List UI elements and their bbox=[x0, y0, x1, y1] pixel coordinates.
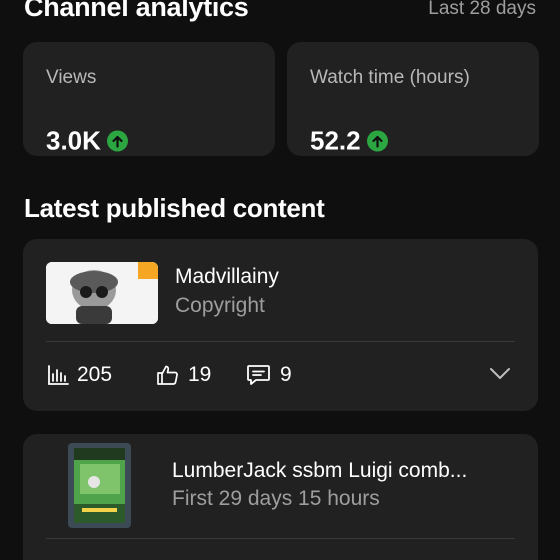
watch-time-value-row: 52.2 bbox=[310, 126, 388, 157]
comments-count: 9 bbox=[280, 363, 292, 386]
bar-chart-icon bbox=[48, 365, 69, 385]
divider bbox=[46, 538, 515, 539]
watch-time-value: 52.2 bbox=[310, 125, 361, 156]
divider bbox=[46, 341, 515, 342]
chevron-down-icon[interactable] bbox=[489, 367, 511, 381]
comment-icon bbox=[247, 365, 270, 385]
page-title: Channel analytics bbox=[24, 0, 249, 22]
views-label: Views bbox=[46, 67, 97, 88]
channel-analytics-page: Channel analytics Last 28 days Views 3.0… bbox=[0, 0, 560, 560]
trend-up-icon bbox=[366, 130, 388, 152]
views-value: 3.0K bbox=[46, 125, 101, 156]
content-title[interactable]: Madvillainy bbox=[175, 265, 279, 289]
views-count: 205 bbox=[77, 363, 113, 386]
video-thumbnail[interactable] bbox=[68, 443, 131, 528]
header: Channel analytics Last 28 days bbox=[24, 0, 536, 32]
thumbs-up-icon bbox=[157, 365, 178, 385]
video-thumbnail[interactable] bbox=[46, 262, 158, 324]
thumbnail-image bbox=[74, 448, 125, 523]
watch-time-label: Watch time (hours) bbox=[310, 67, 470, 88]
content-item-card[interactable]: Madvillainy Copyright 205 19 9 bbox=[23, 239, 538, 411]
content-title[interactable]: LumberJack ssbm Luigi comb... bbox=[172, 459, 467, 483]
section-title: Latest published content bbox=[24, 193, 325, 223]
content-subtitle: First 29 days 15 hours bbox=[172, 487, 380, 510]
trend-up-icon bbox=[106, 130, 128, 152]
watch-time-card[interactable]: Watch time (hours) 52.2 bbox=[287, 42, 539, 156]
content-subtitle: Copyright bbox=[175, 294, 265, 317]
likes-metric: 19 bbox=[156, 363, 211, 387]
views-card[interactable]: Views 3.0K bbox=[23, 42, 275, 156]
date-range-label[interactable]: Last 28 days bbox=[428, 0, 536, 20]
views-value-row: 3.0K bbox=[46, 126, 128, 157]
thumbnail-badge bbox=[138, 262, 158, 279]
likes-count: 19 bbox=[188, 363, 212, 386]
content-item-card[interactable]: LumberJack ssbm Luigi comb... First 29 d… bbox=[23, 434, 538, 560]
comments-metric: 9 bbox=[246, 363, 292, 387]
views-metric: 205 bbox=[47, 363, 112, 387]
